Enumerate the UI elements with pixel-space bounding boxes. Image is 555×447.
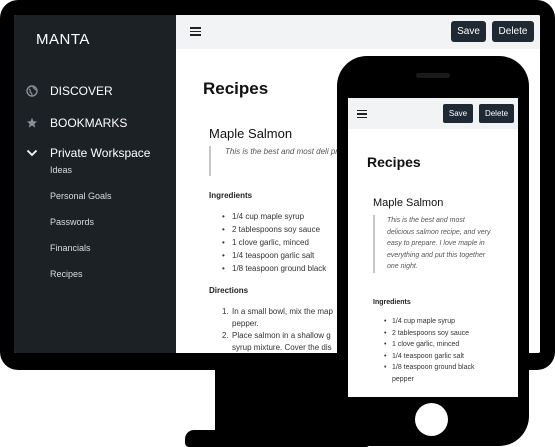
list-item: 2. Place salmon in a shallow g syrup mixt…: [222, 331, 332, 352]
star-icon: [26, 117, 38, 129]
directions-list: 1. In a small bowl, mix the map pepper. 2…: [222, 306, 342, 353]
brand-logo[interactable]: MANTA: [36, 31, 90, 48]
ingredients-heading: Ingredients: [373, 299, 411, 306]
nav-item-bookmarks[interactable]: BOOKMARKS: [14, 114, 176, 136]
menu-icon[interactable]: [357, 110, 367, 119]
ingredients-heading: Ingredients: [209, 191, 253, 200]
list-item: 1 clove garlic, minced: [222, 236, 326, 249]
nav-label: DISCOVER: [50, 84, 113, 98]
home-button[interactable]: [415, 403, 448, 436]
list-item: 2 tablespoons soy sauce: [222, 223, 326, 236]
menu-icon[interactable]: [190, 27, 201, 36]
list-item: 1/8 teaspoon ground black pepper: [384, 362, 496, 385]
sidebar-item-financials[interactable]: Financials: [50, 243, 91, 253]
sidebar-item-recipes[interactable]: Recipes: [50, 269, 83, 279]
list-item: 1/8 teaspoon ground black: [222, 262, 326, 275]
nav-item-discover[interactable]: DISCOVER: [14, 82, 176, 104]
list-item: 2 tablespoons soy sauce: [384, 328, 496, 340]
ingredients-list: 1/4 cup maple syrup 2 tablespoons soy sa…: [384, 316, 496, 385]
sidebar-item-passwords[interactable]: Passwords: [50, 217, 94, 227]
chevron-down-icon: [26, 147, 38, 159]
delete-button[interactable]: Delete: [492, 21, 534, 42]
list-item: 1 clove garlic, minced: [384, 339, 496, 351]
nav-item-private-workspace[interactable]: Private Workspace: [14, 144, 176, 166]
list-item: 1/4 cup maple syrup: [384, 316, 496, 328]
phone-toolbar: Save Delete: [348, 98, 518, 129]
globe-icon: [26, 85, 38, 97]
save-button[interactable]: Save: [443, 104, 473, 123]
ingredients-list: 1/4 cup maple syrup 2 tablespoons soy sa…: [222, 210, 326, 275]
page-title: Recipes: [203, 79, 269, 98]
phone-speaker: [416, 73, 450, 78]
sidebar-item-ideas[interactable]: Ideas: [50, 165, 72, 175]
phone-device: Save Delete Recipes Maple Salmon This is…: [337, 56, 529, 446]
list-item: 1/4 teaspoon garlic salt: [384, 351, 496, 363]
monitor-stand: [215, 360, 350, 438]
sidebar: MANTA DISCOVER BOOKMARKS Private Workspa…: [14, 15, 176, 353]
directions-heading: Directions: [209, 286, 249, 295]
page-title: Recipes: [367, 154, 421, 170]
nav-label: BOOKMARKS: [50, 116, 128, 130]
list-item: 1/4 teaspoon garlic salt: [222, 249, 326, 262]
list-item: 1. In a small bowl, mix the map pepper.: [222, 307, 333, 328]
save-button[interactable]: Save: [451, 21, 486, 42]
top-toolbar: Save Delete: [176, 15, 540, 49]
sidebar-item-personal-goals[interactable]: Personal Goals: [50, 191, 112, 201]
recipe-title: Maple Salmon: [209, 126, 293, 141]
phone-screen: Save Delete Recipes Maple Salmon This is…: [348, 98, 518, 397]
recipe-description: This is the best and most delicious salm…: [373, 215, 491, 273]
delete-button[interactable]: Delete: [479, 104, 514, 123]
list-item: 1/4 cup maple syrup: [222, 210, 326, 223]
nav-label: Private Workspace: [50, 146, 151, 160]
recipe-title: Maple Salmon: [373, 197, 444, 209]
